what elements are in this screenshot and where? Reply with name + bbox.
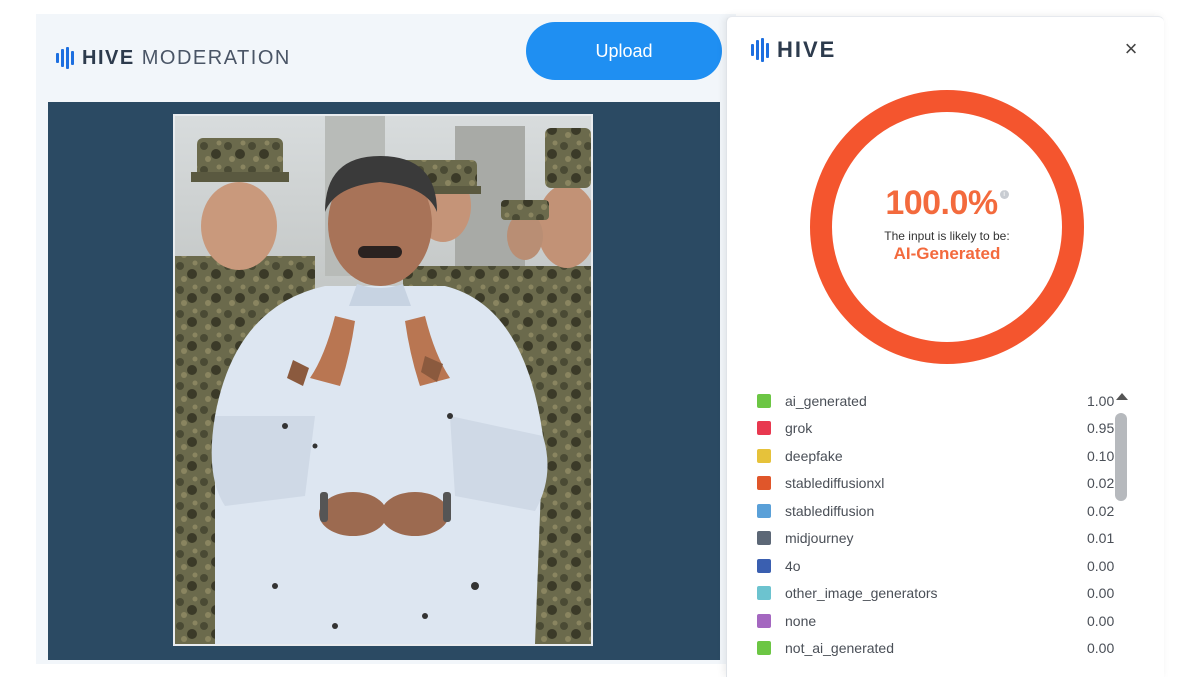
detection-result-panel: HIVE × 100.0% i The input is likely to b… — [726, 16, 1164, 677]
class-row: stablediffusionxl 0.02 — [757, 470, 1117, 498]
class-score: 0.02 — [1087, 475, 1115, 492]
class-row: not_ai_generated 0.00 — [757, 635, 1117, 663]
class-row: ai_generated 1.00 — [757, 387, 1117, 415]
class-name: none — [785, 612, 817, 629]
image-preview-frame — [48, 102, 720, 660]
score-value: 100.0% — [885, 184, 998, 222]
close-icon[interactable]: × — [1119, 37, 1143, 61]
app-logo: HIVE MODERATION — [56, 46, 291, 70]
class-color-swatch — [757, 531, 771, 546]
scrollbar-thumb[interactable] — [1115, 413, 1127, 501]
class-score: 0.02 — [1087, 502, 1115, 519]
class-color-swatch — [757, 613, 771, 628]
class-name: stablediffusion — [785, 502, 875, 519]
class-name: midjourney — [785, 530, 854, 547]
class-score: 0.95 — [1087, 420, 1115, 437]
hive-logo-icon — [751, 38, 769, 62]
class-row: other_image_generators 0.00 — [757, 580, 1117, 608]
class-row: stablediffusion 0.02 — [757, 497, 1117, 525]
score-row: 100.0% i — [885, 184, 1009, 223]
brand-bold: HIVE — [82, 46, 135, 69]
class-score: 0.00 — [1087, 640, 1115, 657]
class-color-swatch — [757, 421, 771, 436]
class-color-swatch — [757, 393, 771, 408]
class-score: 0.00 — [1087, 612, 1115, 629]
class-row: midjourney 0.01 — [757, 525, 1117, 553]
score-gauge: 100.0% i The input is likely to be: AI-G… — [807, 87, 1087, 367]
class-name: 4o — [785, 557, 801, 574]
class-score: 0.00 — [1087, 585, 1115, 602]
class-score: 1.00 — [1087, 392, 1115, 409]
class-color-swatch — [757, 586, 771, 601]
likely-label: The input is likely to be: — [884, 229, 1010, 243]
photo-illustration — [175, 116, 591, 644]
class-score: 0.10 — [1087, 447, 1115, 464]
class-row: none 0.00 — [757, 607, 1117, 635]
class-color-swatch — [757, 476, 771, 491]
verdict-label: AI-Generated — [893, 244, 1001, 263]
uploaded-photo — [173, 114, 593, 646]
class-color-swatch — [757, 641, 771, 656]
class-color-swatch — [757, 503, 771, 518]
class-name: deepfake — [785, 447, 843, 464]
class-color-swatch — [757, 558, 771, 573]
info-icon[interactable]: i — [999, 190, 1009, 199]
upload-button[interactable]: Upload — [526, 22, 722, 80]
class-name: ai_generated — [785, 392, 867, 409]
class-row: deepfake 0.10 — [757, 442, 1117, 470]
class-row: grok 0.95 — [757, 415, 1117, 443]
class-row: 4o 0.00 — [757, 552, 1117, 580]
class-name: stablediffusionxl — [785, 475, 885, 492]
panel-title: HIVE — [777, 37, 837, 62]
panel-logo: HIVE — [751, 37, 836, 63]
hive-logo-icon — [56, 47, 74, 69]
class-score-list: ai_generated 1.00 grok 0.95 deepfake 0.10 stab… — [757, 387, 1117, 662]
class-name: grok — [785, 420, 813, 437]
scroll-up-icon[interactable] — [1115, 390, 1129, 402]
class-name: not_ai_generated — [785, 640, 894, 657]
class-name: other_image_generators — [785, 585, 938, 602]
class-score: 0.00 — [1087, 557, 1115, 574]
class-score: 0.01 — [1087, 530, 1115, 547]
class-color-swatch — [757, 448, 771, 463]
gauge-center: 100.0% i The input is likely to be: AI-G… — [807, 87, 1087, 367]
app-title: HIVE MODERATION — [82, 47, 291, 70]
moderation-app: HIVE MODERATION Upload — [36, 14, 736, 664]
brand-light: MODERATION — [141, 46, 291, 69]
